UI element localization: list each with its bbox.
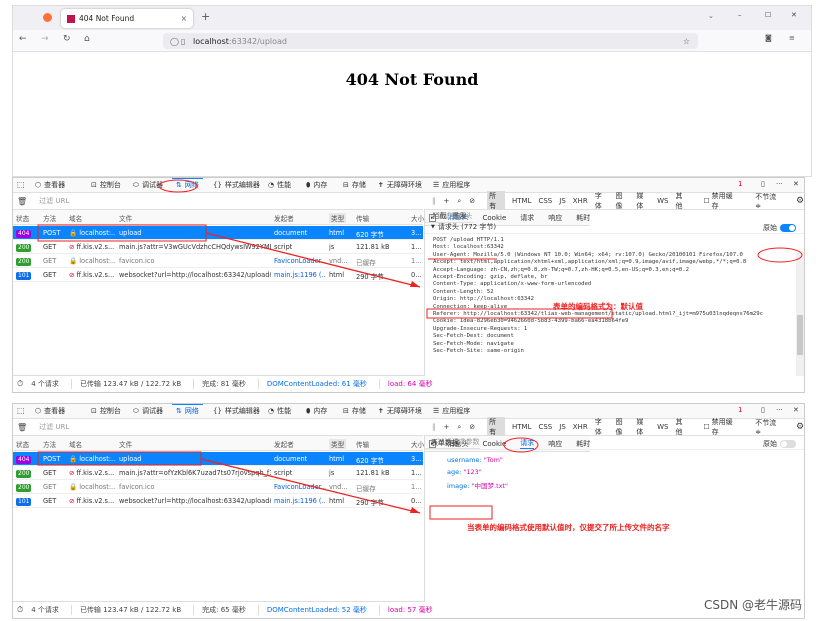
annotation-circle-request-tab [503, 437, 539, 453]
annotation-box-post-row-2 [37, 451, 202, 466]
annotation-arrow-2 [200, 458, 421, 514]
annotation-box-post-row [37, 224, 207, 242]
annotation-circle-raw-toggle [757, 247, 803, 263]
annotation-box-content-type [426, 308, 613, 319]
annotation-overlay [37, 179, 803, 520]
watermark: CSDN @老牛源码 [703, 598, 802, 612]
annotation-arrow [205, 232, 421, 288]
annotation-circle-network-tab [158, 179, 198, 193]
annotation-box-image-field [429, 505, 493, 520]
